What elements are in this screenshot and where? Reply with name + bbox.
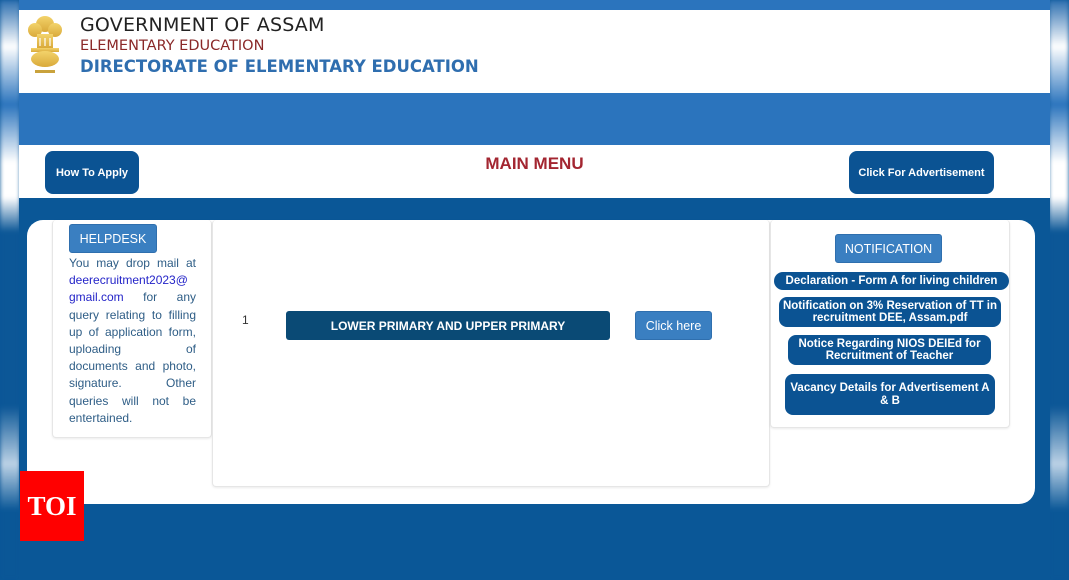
blurred-edge-left (0, 0, 20, 580)
email-part-2: gmail.com (69, 290, 124, 305)
state-emblem-icon (27, 14, 63, 78)
header-title: GOVERNMENT OF ASSAM (80, 14, 325, 36)
header-directorate: DIRECTORATE OF ELEMENTARY EDUCATION (80, 57, 479, 76)
helpdesk-panel: HELPDESK You may drop mail at deerecruit… (52, 220, 212, 438)
advertisement-button[interactable]: Click For Advertisement (849, 151, 994, 194)
nav-band (19, 93, 1050, 145)
notification-link-nios-notice[interactable]: Notice Regarding NIOS DEIEd for Recruitm… (788, 335, 991, 365)
notification-link-declaration[interactable]: Declaration - Form A for living children (774, 272, 1009, 290)
email-part-1: deerecruitment2023@ (69, 273, 188, 288)
helpdesk-text: You may drop mail at deerecruitment2023@… (69, 255, 196, 427)
menu-bar: How To Apply MAIN MENU Click For Adverti… (19, 145, 1050, 198)
content-area: HELPDESK You may drop mail at deerecruit… (19, 198, 1050, 580)
top-strip (19, 0, 1050, 10)
posts-panel: 1 LOWER PRIMARY AND UPPER PRIMARY Click … (212, 220, 770, 487)
notification-link-reservation[interactable]: Notification on 3% Reservation of TT in … (779, 297, 1001, 327)
page: GOVERNMENT OF ASSAM ELEMENTARY EDUCATION… (19, 0, 1050, 580)
notification-panel: NOTIFICATION Declaration - Form A for li… (770, 220, 1010, 428)
content-card: HELPDESK You may drop mail at deerecruit… (27, 220, 1035, 504)
notification-button[interactable]: NOTIFICATION (835, 234, 942, 263)
notification-link-vacancy-details[interactable]: Vacancy Details for Advertisement A & B (785, 374, 995, 415)
helpdesk-button[interactable]: HELPDESK (69, 224, 157, 253)
site-header: GOVERNMENT OF ASSAM ELEMENTARY EDUCATION… (19, 10, 1050, 93)
helpdesk-text-after: for any query relating to filling up of … (69, 290, 196, 425)
header-subtitle: ELEMENTARY EDUCATION (80, 38, 265, 54)
toi-watermark-logo: TOI (20, 471, 84, 541)
post-number: 1 (242, 313, 249, 327)
helpdesk-text-before: You may drop mail at (69, 256, 196, 270)
blurred-edge-right (1049, 0, 1069, 580)
post-lower-upper-primary-button[interactable]: LOWER PRIMARY AND UPPER PRIMARY (286, 311, 610, 340)
click-here-button[interactable]: Click here (635, 311, 712, 340)
